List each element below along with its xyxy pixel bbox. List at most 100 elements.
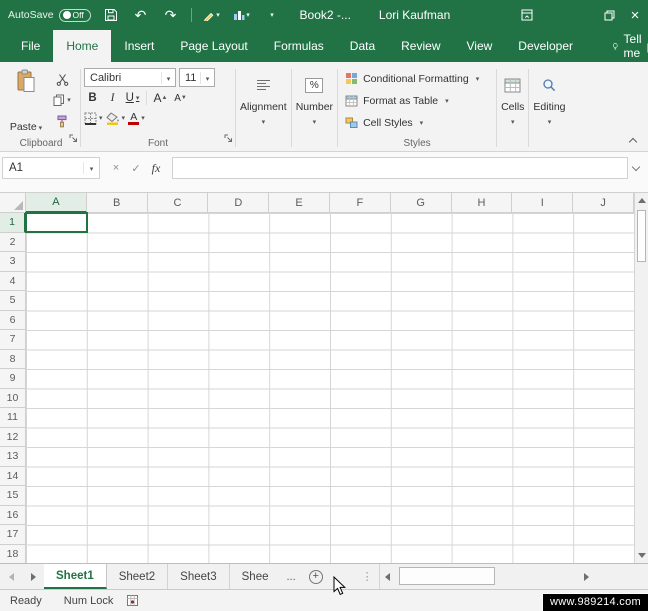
format-painter-button[interactable]	[56, 112, 68, 130]
vertical-scrollbar-thumb[interactable]	[637, 210, 646, 262]
column-header-H[interactable]: H	[452, 193, 513, 213]
collapse-ribbon-button[interactable]	[628, 137, 638, 145]
name-box-dropdown-icon[interactable]	[83, 162, 99, 174]
tab-developer[interactable]: Developer	[505, 30, 586, 62]
font-family-dropdown-icon[interactable]	[161, 72, 175, 84]
scroll-left-button[interactable]	[380, 564, 396, 589]
tab-file[interactable]: File	[8, 30, 53, 62]
tab-formulas[interactable]: Formulas	[261, 30, 337, 62]
cell-styles-button[interactable]: Cell Styles	[341, 112, 493, 133]
row-header-8[interactable]: 8	[0, 350, 26, 370]
ribbon-group-number[interactable]: % Number	[292, 65, 337, 151]
sheet-nav-prev-button[interactable]	[0, 564, 22, 589]
font-size-dropdown-icon[interactable]	[200, 72, 214, 84]
sheet-nav-next-button[interactable]	[22, 564, 44, 589]
column-header-G[interactable]: G	[391, 193, 452, 213]
borders-button[interactable]	[84, 109, 103, 127]
row-header-3[interactable]: 3	[0, 252, 26, 272]
row-header-10[interactable]: 10	[0, 389, 26, 409]
bold-button[interactable]: B	[84, 89, 101, 107]
quick-access-pen-button[interactable]	[202, 4, 222, 26]
font-dialog-launcher[interactable]	[224, 130, 233, 148]
row-header-5[interactable]: 5	[0, 291, 26, 311]
row-header-9[interactable]: 9	[0, 369, 26, 389]
tell-me-box[interactable]: Tell me	[612, 30, 646, 62]
row-header-15[interactable]: 15	[0, 486, 26, 506]
font-size-combo[interactable]: 11	[179, 68, 215, 87]
column-header-B[interactable]: B	[87, 193, 148, 213]
autosave-pill[interactable]: Off	[59, 9, 91, 22]
font-family-combo[interactable]: Calibri	[84, 68, 176, 87]
redo-button[interactable]: ↷	[161, 4, 181, 26]
close-button[interactable]: ×	[622, 0, 648, 30]
tab-data[interactable]: Data	[337, 30, 388, 62]
row-header-4[interactable]: 4	[0, 272, 26, 292]
autosave-toggle[interactable]: AutoSave Off	[8, 9, 91, 22]
decrease-font-button[interactable]: A▼	[172, 89, 189, 107]
row-header-14[interactable]: 14	[0, 467, 26, 487]
tab-scrollbar-splitter[interactable]: ⋮	[362, 564, 373, 589]
formula-input[interactable]	[172, 157, 628, 179]
ribbon-display-options-button[interactable]	[514, 0, 540, 30]
cancel-button[interactable]: ×	[106, 162, 126, 174]
column-header-I[interactable]: I	[512, 193, 573, 213]
expand-formula-bar-button[interactable]	[628, 157, 644, 179]
underline-button[interactable]: U	[124, 89, 141, 107]
increase-font-button[interactable]: A▲	[152, 89, 169, 107]
insert-function-button[interactable]: fx	[146, 161, 166, 176]
row-header-2[interactable]: 2	[0, 233, 26, 253]
sheet-tab-sheet3[interactable]: Sheet3	[168, 564, 229, 589]
paste-button[interactable]: Paste	[5, 66, 47, 135]
row-header-1[interactable]: 1	[0, 213, 26, 233]
row-header-7[interactable]: 7	[0, 330, 26, 350]
scroll-down-button[interactable]	[635, 548, 648, 563]
ribbon-group-alignment[interactable]: Alignment	[236, 65, 291, 151]
grid-cells[interactable]	[26, 213, 634, 564]
fill-color-button[interactable]	[106, 109, 126, 127]
new-sheet-button[interactable]: +	[306, 564, 326, 589]
tab-home[interactable]: Home	[53, 30, 111, 62]
italic-button[interactable]: I	[104, 89, 121, 107]
conditional-formatting-button[interactable]: Conditional Formatting	[341, 68, 493, 89]
undo-button[interactable]: ↶	[131, 4, 151, 26]
restore-button[interactable]	[596, 0, 622, 30]
row-header-16[interactable]: 16	[0, 506, 26, 526]
column-header-E[interactable]: E	[269, 193, 330, 213]
quick-access-customize-button[interactable]	[262, 4, 282, 26]
quick-access-chart-button[interactable]	[232, 4, 252, 26]
column-header-F[interactable]: F	[330, 193, 391, 213]
sheet-tab-sheet4-truncated[interactable]: Shee	[230, 564, 281, 589]
user-name[interactable]: Lori Kaufman	[379, 8, 450, 22]
name-box[interactable]: A1	[2, 157, 100, 179]
column-header-J[interactable]: J	[573, 193, 634, 213]
clipboard-dialog-launcher[interactable]	[69, 130, 78, 148]
select-all-button[interactable]	[0, 193, 26, 213]
horizontal-scrollbar[interactable]	[379, 564, 595, 589]
cut-button[interactable]	[56, 70, 69, 88]
macro-record-button[interactable]	[127, 595, 138, 606]
sheet-tab-sheet2[interactable]: Sheet2	[107, 564, 168, 589]
scroll-up-button[interactable]	[635, 193, 648, 208]
sheet-tab-sheet1[interactable]: Sheet1	[44, 564, 107, 589]
tab-insert[interactable]: Insert	[111, 30, 167, 62]
column-header-C[interactable]: C	[148, 193, 209, 213]
tab-page-layout[interactable]: Page Layout	[167, 30, 260, 62]
font-color-button[interactable]: A	[128, 109, 145, 127]
row-header-13[interactable]: 13	[0, 447, 26, 467]
column-header-D[interactable]: D	[208, 193, 269, 213]
copy-button[interactable]	[53, 91, 71, 109]
row-header-17[interactable]: 17	[0, 525, 26, 545]
scroll-right-button[interactable]	[579, 564, 595, 589]
vertical-scrollbar[interactable]	[634, 192, 648, 563]
ribbon-group-cells[interactable]: Cells	[497, 65, 528, 151]
horizontal-scrollbar-track[interactable]	[396, 564, 579, 589]
tab-view[interactable]: View	[454, 30, 506, 62]
enter-button[interactable]: ✓	[126, 162, 146, 175]
format-as-table-button[interactable]: Format as Table	[341, 90, 493, 111]
column-header-A[interactable]: A	[26, 193, 87, 213]
row-header-18[interactable]: 18	[0, 545, 26, 565]
row-header-6[interactable]: 6	[0, 311, 26, 331]
horizontal-scrollbar-thumb[interactable]	[399, 567, 495, 585]
row-header-12[interactable]: 12	[0, 428, 26, 448]
tab-review[interactable]: Review	[388, 30, 453, 62]
